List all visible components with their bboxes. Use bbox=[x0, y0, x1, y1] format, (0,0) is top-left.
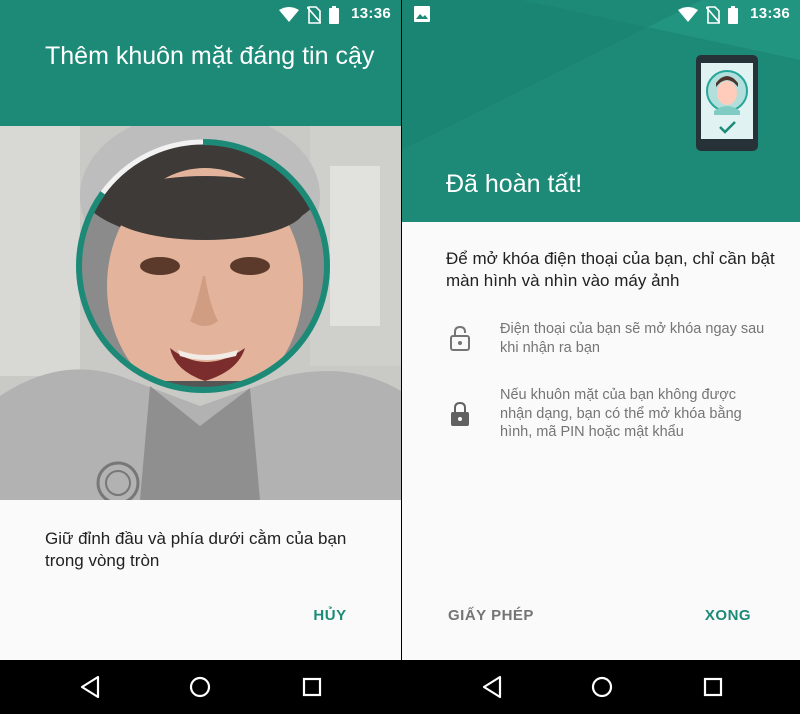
camera-feed-image bbox=[0, 126, 401, 500]
done-button[interactable]: XONG bbox=[700, 603, 756, 629]
lock-filled-icon bbox=[451, 401, 469, 426]
info-text: Điện thoại của bạn sẽ mở khóa ngay sau k… bbox=[500, 321, 765, 356]
wifi-icon bbox=[279, 7, 299, 22]
face-enroll-screen: Thêm khuôn mặt đáng tin cậy 13:36 Giữ đỉ… bbox=[0, 0, 401, 660]
status-bar: 13:36 bbox=[0, 0, 401, 28]
status-bar: 13:36 bbox=[402, 0, 800, 28]
no-sim-icon bbox=[307, 6, 321, 24]
status-time: 13:36 bbox=[351, 5, 391, 22]
phone-face-illustration bbox=[696, 55, 758, 151]
info-text: Nếu khuôn mặt của bạn không được nhận dạ… bbox=[500, 387, 742, 440]
info-row-fallback: Nếu khuôn mặt của bạn không được nhận dạ… bbox=[446, 386, 776, 446]
status-time: 13:36 bbox=[750, 5, 790, 22]
no-sim-icon bbox=[706, 6, 720, 24]
back-icon[interactable] bbox=[76, 673, 104, 701]
face-enroll-done-screen: Đã hoàn tất! 13:36 Để mở khóa điện thoại… bbox=[402, 0, 800, 660]
recents-icon[interactable] bbox=[298, 673, 326, 701]
page-title: Thêm khuôn mặt đáng tin cậy bbox=[45, 42, 375, 70]
home-icon[interactable] bbox=[588, 673, 616, 701]
description-text: Để mở khóa điện thoại của bạn, chỉ cần b… bbox=[446, 249, 775, 290]
battery-icon bbox=[329, 6, 339, 24]
cancel-button[interactable]: HỦY bbox=[300, 603, 360, 629]
image-notification-icon bbox=[414, 6, 430, 22]
back-icon[interactable] bbox=[478, 673, 506, 701]
info-row-unlock: Điện thoại của bạn sẽ mở khóa ngay sau k… bbox=[446, 320, 776, 360]
page-title: Đã hoàn tất! bbox=[446, 170, 583, 198]
header: Đã hoàn tất! bbox=[402, 0, 800, 222]
lock-outline-icon bbox=[450, 325, 470, 351]
license-button[interactable]: GIẤY PHÉP bbox=[448, 603, 534, 629]
camera-preview bbox=[0, 126, 401, 500]
battery-icon bbox=[728, 6, 738, 24]
wifi-icon bbox=[678, 7, 698, 22]
instruction-text: Giữ đỉnh đầu và phía dưới cằm của bạn tr… bbox=[45, 529, 347, 570]
home-icon[interactable] bbox=[186, 673, 214, 701]
recents-icon[interactable] bbox=[699, 673, 727, 701]
navigation-bar bbox=[0, 660, 800, 714]
